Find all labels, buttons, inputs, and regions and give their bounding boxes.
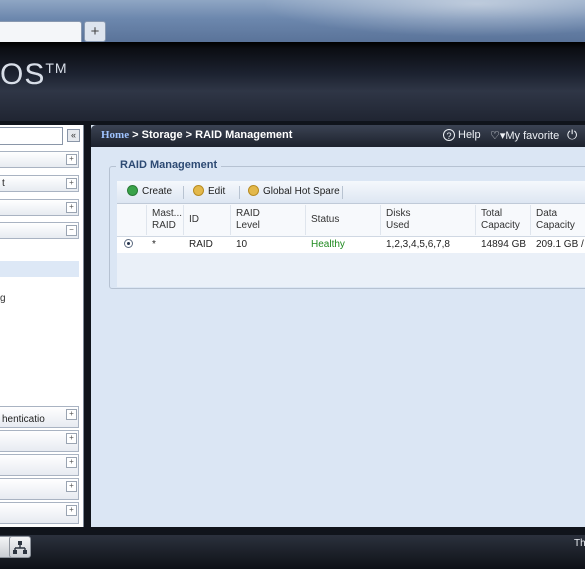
- breadcrumb-current: RAID Management: [195, 129, 293, 141]
- sidebar-search-input[interactable]: [0, 127, 63, 145]
- gear-icon: [248, 185, 259, 196]
- cell-raid-level: 10: [236, 239, 248, 250]
- create-button[interactable]: Create: [127, 185, 172, 197]
- cell-master-raid: *: [152, 239, 156, 250]
- edit-button[interactable]: Edit: [193, 185, 225, 197]
- sidebar-item-label[interactable]: g: [0, 293, 6, 304]
- help-button[interactable]: ? Help: [443, 129, 481, 142]
- heart-icon: ♡▾: [490, 130, 506, 142]
- toolbar-divider: [342, 186, 343, 199]
- column-divider: [380, 205, 381, 235]
- power-icon: ⏻: [567, 127, 578, 142]
- app-header: [0, 42, 585, 121]
- expand-icon: +: [66, 505, 77, 516]
- my-favorite-button[interactable]: ♡▾My favorite: [490, 129, 559, 142]
- sidebar-accordion-item[interactable]: +: [0, 502, 79, 524]
- column-header-data-capacity[interactable]: Data Capacity: [536, 208, 575, 232]
- column-header-disks-used[interactable]: Disks Used: [386, 208, 410, 232]
- expand-icon: +: [66, 457, 77, 468]
- column-header-total-capacity[interactable]: Total Capacity: [481, 208, 520, 232]
- column-header-id[interactable]: ID: [189, 214, 199, 226]
- expand-icon: +: [66, 481, 77, 492]
- cell-status: Healthy: [311, 239, 345, 250]
- sidebar-accordion-item[interactable]: +: [0, 430, 79, 452]
- expand-icon: +: [66, 433, 77, 444]
- sidebar-accordion-authentication[interactable]: henticatio +: [0, 406, 79, 428]
- column-divider: [305, 205, 306, 235]
- cell-disks-used: 1,2,3,4,5,6,7,8: [386, 239, 450, 250]
- expand-icon: +: [66, 154, 77, 165]
- toolbar-divider: [239, 186, 240, 199]
- gear-icon: [193, 185, 204, 196]
- footer-bar: [0, 535, 585, 569]
- breadcrumb-storage[interactable]: Storage: [142, 129, 183, 141]
- app-logo: OSTM: [0, 58, 68, 91]
- expand-icon: +: [66, 409, 77, 420]
- grid-empty-area: [117, 253, 585, 287]
- global-hot-spare-button[interactable]: Global Hot Spare: [248, 185, 340, 197]
- column-divider: [475, 205, 476, 235]
- column-divider: [146, 205, 147, 235]
- network-map-button[interactable]: [9, 536, 31, 558]
- help-icon: ?: [443, 129, 455, 142]
- row-select-radio[interactable]: [124, 239, 133, 248]
- column-header-raid-level[interactable]: RAID Level: [236, 208, 260, 232]
- add-icon: [127, 185, 138, 196]
- collapse-icon: −: [66, 225, 77, 236]
- column-divider: [530, 205, 531, 235]
- sidebar-collapse-button[interactable]: «: [67, 129, 80, 142]
- section-title: RAID Management: [116, 159, 222, 171]
- sidebar-item-selected[interactable]: [0, 261, 79, 277]
- cell-data-capacity: 209.1 GB /: [536, 239, 584, 250]
- power-button[interactable]: ⏻: [567, 127, 577, 143]
- browser-tab[interactable]: [0, 21, 82, 43]
- sidebar-accordion-item[interactable]: +: [0, 151, 79, 168]
- footer-text: Th: [574, 538, 585, 549]
- cell-id: RAID: [189, 239, 213, 250]
- grid-toolbar: [117, 181, 585, 204]
- breadcrumb: Home > Storage > RAID Management: [101, 129, 293, 141]
- column-header-master-raid[interactable]: Mast... RAID: [152, 208, 182, 232]
- breadcrumb-home-link[interactable]: Home: [101, 129, 129, 141]
- expand-icon: +: [66, 178, 77, 189]
- new-tab-button[interactable]: +: [84, 21, 106, 42]
- sidebar-accordion-storage[interactable]: −: [0, 222, 79, 239]
- sidebar-accordion-item[interactable]: +: [0, 454, 79, 476]
- sidebar-accordion-item[interactable]: t +: [0, 175, 79, 192]
- toolbar-divider: [183, 186, 184, 199]
- column-divider: [183, 205, 184, 235]
- sidebar-accordion-item[interactable]: +: [0, 199, 79, 216]
- network-icon: [13, 541, 27, 554]
- expand-icon: +: [66, 202, 77, 213]
- column-header-status[interactable]: Status: [311, 214, 339, 226]
- cell-total-capacity: 14894 GB: [481, 239, 527, 250]
- column-divider: [230, 205, 231, 235]
- sidebar-accordion-item[interactable]: +: [0, 478, 79, 500]
